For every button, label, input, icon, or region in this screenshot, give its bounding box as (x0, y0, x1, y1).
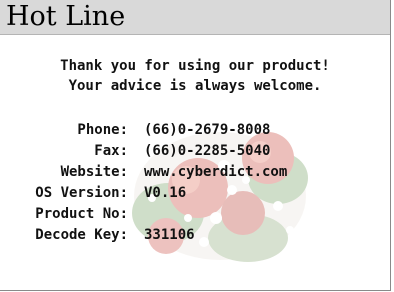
message-block: Thank you for using our product! Your ad… (0, 56, 390, 96)
phone-label: Phone: (77, 122, 128, 138)
info-row-decode-key: Decode Key: 331106 (0, 225, 390, 246)
hotline-screen: Hot Line Thank you for using our product… (0, 0, 394, 292)
message-line-advice: Your advice is always welcome. (68, 78, 322, 94)
info-row-website: Website: www.cyberdict.com (0, 162, 390, 183)
decode-key-label: Decode Key: (35, 227, 128, 243)
info-row-product-no: Product No: (0, 204, 390, 225)
os-version-value: V0.16 (144, 185, 187, 201)
phone-value: (66)0-2679-8008 (144, 122, 271, 138)
fax-value: (66)0-2285-5040 (144, 143, 271, 159)
info-row-os-version: OS Version: V0.16 (0, 183, 390, 204)
dialog-title: Hot Line (6, 1, 126, 32)
fax-label: Fax: (94, 143, 128, 159)
website-label: Website: (60, 164, 128, 180)
info-row-fax: Fax: (66)0-2285-5040 (0, 141, 390, 162)
message-line-thanks: Thank you for using our product! (60, 58, 330, 74)
website-value[interactable]: www.cyberdict.com (144, 162, 287, 183)
product-no-label: Product No: (35, 206, 128, 222)
decode-key-value: 331106 (144, 227, 195, 243)
title-bar: Hot Line (0, 0, 390, 35)
info-row-phone: Phone: (66)0-2679-8008 (0, 120, 390, 141)
dialog-frame: Hot Line Thank you for using our product… (0, 0, 391, 291)
os-version-label: OS Version: (35, 185, 128, 201)
